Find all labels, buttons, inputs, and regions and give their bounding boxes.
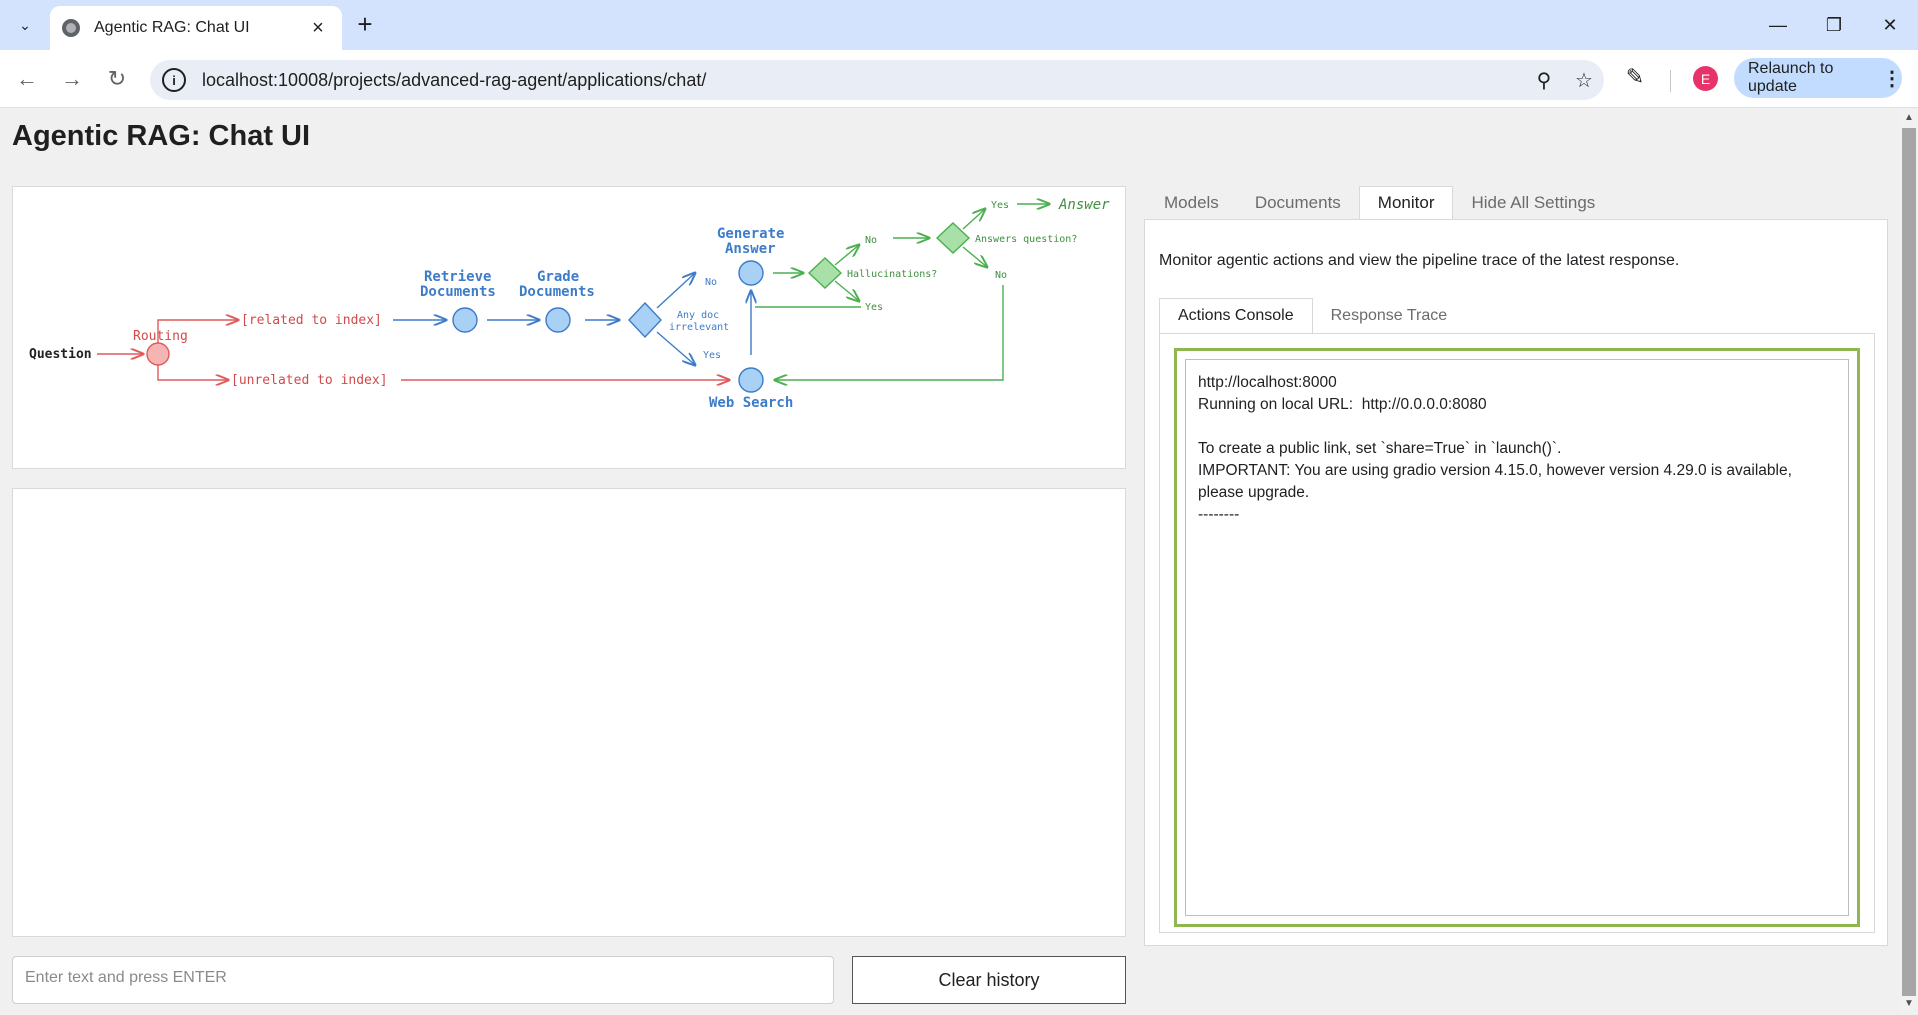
scrollbar-thumb[interactable]	[1902, 128, 1916, 996]
zoom-icon[interactable]: ⚲	[1524, 68, 1564, 93]
monitor-description: Monitor agentic actions and view the pip…	[1159, 252, 1680, 269]
retrieve-label-2: Documents	[420, 284, 496, 300]
tab-search-chevron-icon[interactable]: ⌄	[10, 10, 40, 40]
hallucinations-label: Hallucinations?	[847, 269, 937, 280]
generate-node	[738, 260, 764, 286]
arrow-hallucination-no	[834, 245, 859, 266]
retrieve-label-1: Retrieve	[424, 269, 491, 285]
no-label-1: No	[705, 277, 717, 288]
extensions-icon[interactable]: ✎	[1620, 64, 1650, 94]
relaunch-label: Relaunch to update	[1748, 60, 1834, 95]
restore-icon[interactable]: ❐	[1814, 10, 1854, 40]
page-title: Agentic RAG: Chat UI	[12, 120, 311, 152]
close-tab-icon[interactable]: ×	[306, 17, 330, 40]
answers-question-label: Answers question?	[975, 234, 1077, 245]
arrow-answers-no-websearch	[775, 285, 1004, 380]
tab-documents[interactable]: Documents	[1237, 186, 1359, 220]
monitor-subtabs: Actions Console Response Trace	[1159, 298, 1465, 334]
scroll-up-icon[interactable]: ▲	[1900, 112, 1918, 128]
pipeline-diagram: Question Routing [related to index] [unr…	[12, 186, 1126, 469]
unrelated-label: [unrelated to index]	[231, 373, 388, 388]
routing-node	[146, 342, 170, 366]
browser-toolbar: ← → ↻ i localhost:10008/projects/advance…	[0, 50, 1918, 108]
clear-history-button[interactable]: Clear history	[852, 956, 1126, 1004]
site-info-icon[interactable]: i	[162, 68, 186, 92]
tab-hide-all-settings[interactable]: Hide All Settings	[1453, 186, 1613, 220]
arrow-unrelated	[157, 365, 228, 380]
reload-icon[interactable]: ↻	[100, 62, 134, 96]
chat-input[interactable]	[12, 956, 834, 1004]
websearch-label: Web Search	[709, 395, 793, 411]
scroll-down-icon[interactable]: ▼	[1900, 998, 1918, 1014]
arrow-hallucination-yes	[834, 280, 859, 301]
bookmark-star-icon[interactable]: ☆	[1564, 68, 1604, 93]
arrow-answers-yes	[962, 209, 985, 230]
answer-label: Answer	[1058, 197, 1110, 213]
tab-response-trace[interactable]: Response Trace	[1313, 298, 1466, 334]
tab-title: Agentic RAG: Chat UI	[94, 19, 250, 36]
hallucination-decision-node	[807, 257, 843, 289]
websearch-node	[738, 367, 764, 393]
globe-icon	[62, 19, 80, 37]
arrow-answers-no	[962, 246, 987, 267]
browser-tab[interactable]: Agentic RAG: Chat UI ×	[50, 6, 342, 50]
menu-dots-icon[interactable]: ⋮	[1882, 66, 1902, 91]
retrieve-node	[452, 307, 478, 333]
tab-actions-console[interactable]: Actions Console	[1159, 298, 1313, 334]
grade-node	[545, 307, 571, 333]
arrow-decision-generate	[656, 273, 695, 309]
browser-tab-bar: ⌄ Agentic RAG: Chat UI × + — ❐ ✕	[0, 0, 1918, 50]
yes-label-1: Yes	[703, 350, 721, 361]
relevance-decision-node	[628, 301, 662, 339]
related-label: [related to index]	[241, 313, 382, 328]
settings-tabs: Models Documents Monitor Hide All Settin…	[1146, 186, 1613, 220]
arrow-decision-websearch	[656, 331, 695, 365]
generate-label-2: Answer	[725, 241, 776, 257]
tab-models[interactable]: Models	[1146, 186, 1237, 220]
generate-label-1: Generate	[717, 226, 784, 242]
monitor-panel: Monitor agentic actions and view the pip…	[1144, 219, 1888, 946]
page-scrollbar[interactable]: ▲ ▼	[1900, 110, 1918, 1015]
console-frame: http://localhost:8000 Running on local U…	[1174, 348, 1860, 927]
any-doc-label-2: irrelevant	[669, 322, 729, 333]
pipeline-diagram-svg: Question Routing [related to index] [unr…	[29, 197, 1110, 411]
address-bar[interactable]: i localhost:10008/projects/advanced-rag-…	[150, 60, 1604, 100]
grade-label-2: Documents	[519, 284, 595, 300]
toolbar-separator	[1670, 70, 1671, 92]
no-label-2: No	[865, 235, 877, 246]
new-tab-icon[interactable]: +	[352, 11, 378, 38]
question-label: Question	[29, 347, 92, 362]
actions-console-output[interactable]: http://localhost:8000 Running on local U…	[1185, 359, 1849, 916]
no-label-3: No	[995, 270, 1007, 281]
grade-label-1: Grade	[537, 269, 579, 285]
tab-monitor[interactable]: Monitor	[1358, 186, 1454, 220]
any-doc-label-1: Any doc	[677, 310, 719, 321]
relaunch-button[interactable]: Relaunch to update ⋮	[1734, 58, 1902, 98]
profile-avatar[interactable]: E	[1693, 66, 1718, 91]
forward-icon[interactable]: →	[55, 62, 89, 96]
chat-history[interactable]	[12, 488, 1126, 937]
url-text[interactable]: localhost:10008/projects/advanced-rag-ag…	[202, 70, 1524, 91]
window-close-icon[interactable]: ✕	[1870, 10, 1910, 40]
yes-label-2: Yes	[865, 302, 883, 313]
back-icon[interactable]: ←	[10, 62, 44, 96]
actions-console-panel: http://localhost:8000 Running on local U…	[1159, 333, 1875, 933]
routing-label: Routing	[133, 329, 188, 344]
minimize-icon[interactable]: —	[1758, 10, 1798, 40]
yes-label-3: Yes	[991, 200, 1009, 211]
